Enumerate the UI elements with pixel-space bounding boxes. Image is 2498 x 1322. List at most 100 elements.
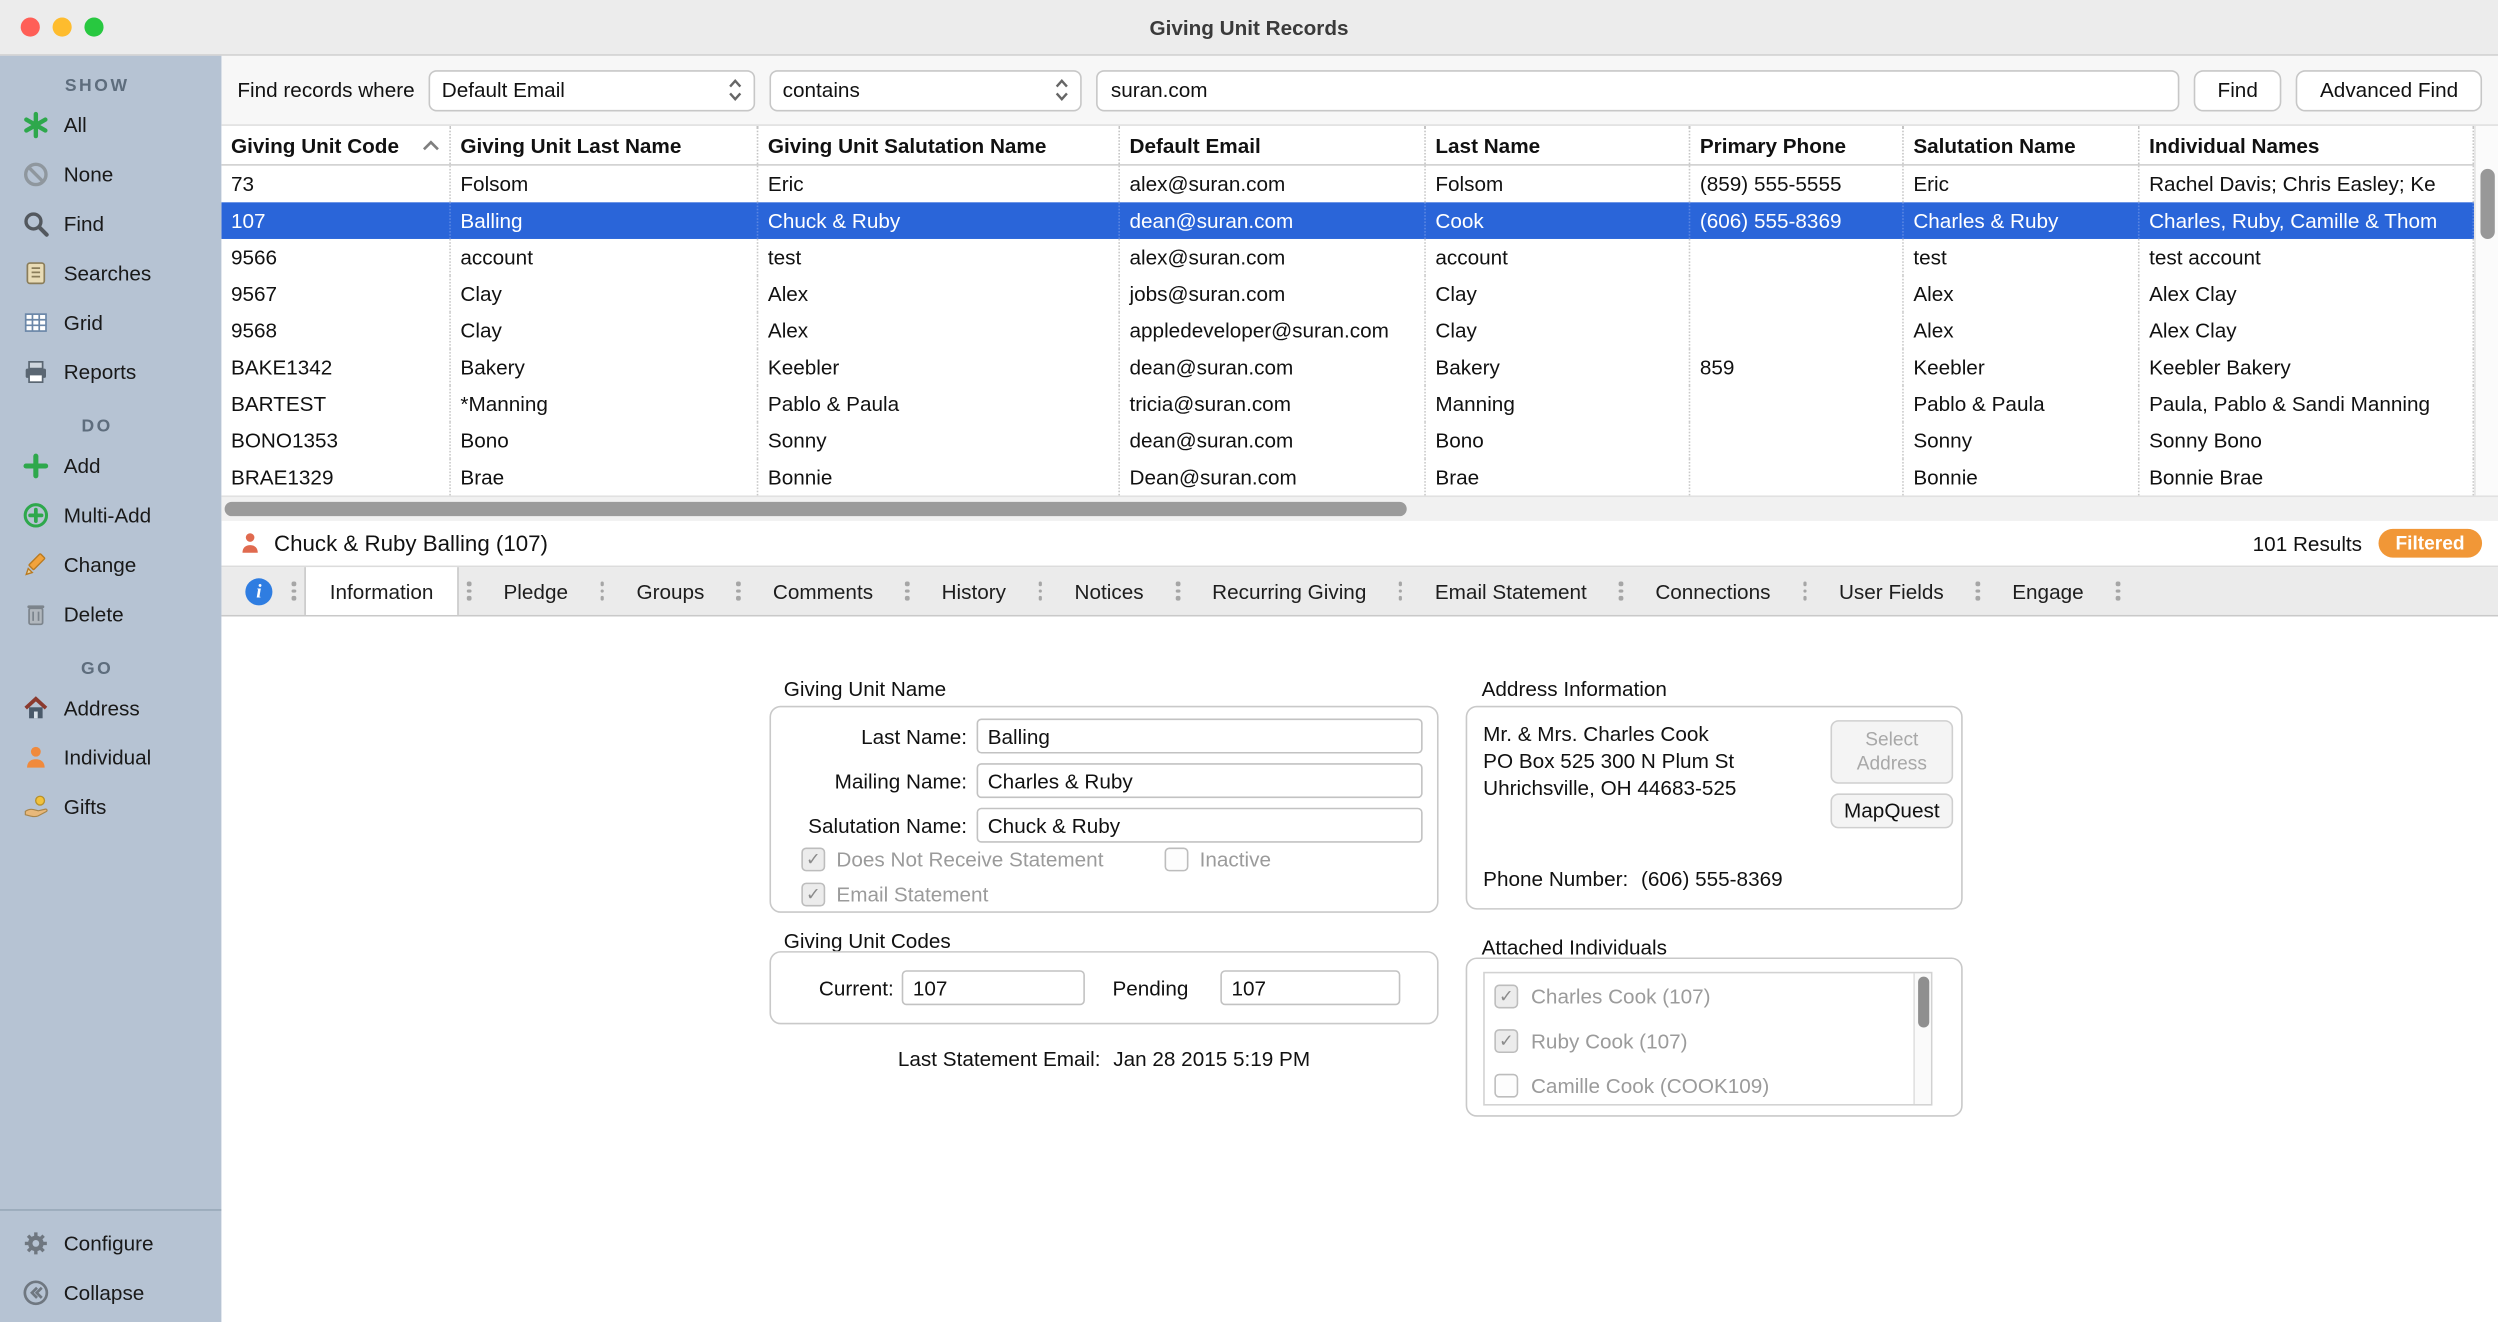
table-cell: Keebler <box>758 349 1120 386</box>
tab-information[interactable]: Information <box>304 567 459 615</box>
sidebar-footer: ConfigureCollapse <box>0 1209 221 1317</box>
titlebar: Giving Unit Records <box>0 0 2498 56</box>
vertical-scrollbar[interactable] <box>2474 126 2498 496</box>
last-name-input[interactable] <box>977 718 1423 753</box>
attached-rows: ✓Charles Cook (107)✓Ruby Cook (107)Camil… <box>1485 973 1931 1105</box>
tab-comments[interactable]: Comments <box>749 567 897 615</box>
vertical-scrollbar-thumb[interactable] <box>2480 169 2494 239</box>
sidebar-item-collapse[interactable]: Collapse <box>0 1268 221 1317</box>
attached-list-scrollbar[interactable] <box>1913 973 1931 1104</box>
circle-plus-icon <box>22 502 49 529</box>
field-select[interactable]: Default Email <box>429 69 756 110</box>
tab-recurring-giving[interactable]: Recurring Giving <box>1188 567 1390 615</box>
information-panel: Giving Unit Name Last Name: Mailing Name… <box>221 617 2498 1322</box>
table-row[interactable]: BONO1353BonoSonnydean@suran.comBonoSonny… <box>221 422 2474 459</box>
table-cell: Bonnie <box>1904 459 2140 496</box>
tab-history[interactable]: History <box>918 567 1030 615</box>
column-header-default-email[interactable]: Default Email <box>1120 126 1426 164</box>
table-row[interactable]: 9567ClayAlexjobs@suran.comClayAlexAlex C… <box>221 276 2474 313</box>
checked-checkbox-icon: ✓ <box>1494 1028 1518 1052</box>
tab-pledge[interactable]: Pledge <box>480 567 592 615</box>
salutation-name-input[interactable] <box>977 808 1423 843</box>
search-input[interactable] <box>1097 69 2180 110</box>
trash-icon <box>22 601 49 628</box>
address-line: Mr. & Mrs. Charles Cook <box>1483 720 1736 747</box>
tab-grip <box>1794 567 1815 615</box>
attached-individual-label: Charles Cook (107) <box>1531 984 1711 1008</box>
sidebar-item-gifts[interactable]: Gifts <box>0 782 221 831</box>
table-cell: Keebler Bakery <box>2140 349 2475 386</box>
attached-list-scrollbar-thumb[interactable] <box>1917 977 1928 1028</box>
mailing-name-input[interactable] <box>977 763 1423 798</box>
table-row[interactable]: 9566accounttestalex@suran.comaccounttest… <box>221 239 2474 276</box>
zoom-button[interactable] <box>84 18 103 37</box>
tab-engage[interactable]: Engage <box>1988 567 2107 615</box>
sidebar-item-searches[interactable]: Searches <box>0 249 221 298</box>
sidebar-item-all[interactable]: All <box>0 100 221 149</box>
sidebar-item-delete[interactable]: Delete <box>0 589 221 638</box>
find-button[interactable]: Find <box>2194 69 2282 110</box>
column-header-last-name[interactable]: Last Name <box>1426 126 1690 164</box>
table-cell: test <box>758 239 1120 276</box>
tab-groups[interactable]: Groups <box>613 567 729 615</box>
sidebar-item-multi-add[interactable]: Multi-Add <box>0 491 221 540</box>
sidebar-item-address[interactable]: Address <box>0 683 221 732</box>
advanced-find-button[interactable]: Advanced Find <box>2296 69 2482 110</box>
table-row[interactable]: 73FolsomEricalex@suran.comFolsom(859) 55… <box>221 166 2474 203</box>
attached-individual-row: Camille Cook (COOK109) <box>1485 1063 1931 1106</box>
horizontal-scrollbar-thumb[interactable] <box>225 502 1407 516</box>
column-header-primary-phone[interactable]: Primary Phone <box>1690 126 1903 164</box>
table-cell: (859) 555-5555 <box>1690 166 1903 203</box>
minimize-button[interactable] <box>53 18 72 37</box>
table-row[interactable]: 9568ClayAlexappledeveloper@suran.comClay… <box>221 312 2474 349</box>
sidebar-item-label: Grid <box>64 311 103 335</box>
app-window: Giving Unit Records SHOWAllNoneFindSearc… <box>0 0 2498 1322</box>
table-row[interactable]: BAKE1342BakeryKeeblerdean@suran.comBaker… <box>221 349 2474 386</box>
column-header-giving-unit-last-name[interactable]: Giving Unit Last Name <box>451 126 758 164</box>
column-header-label: Salutation Name <box>1913 133 2075 157</box>
phone-line: Phone Number: (606) 555-8369 <box>1483 867 1782 891</box>
window-controls <box>21 0 104 54</box>
sidebar-item-configure[interactable]: Configure <box>0 1219 221 1268</box>
tab-user-fields[interactable]: User Fields <box>1815 567 1968 615</box>
info-button[interactable] <box>234 567 283 615</box>
sidebar-item-add[interactable]: Add <box>0 441 221 490</box>
sidebar-item-label: Delete <box>64 602 124 626</box>
table-body: 73FolsomEricalex@suran.comFolsom(859) 55… <box>221 166 2474 496</box>
column-header-label: Individual Names <box>2149 133 2319 157</box>
table-row[interactable]: BRAE1329BraeBonnieDean@suran.comBraeBonn… <box>221 459 2474 496</box>
sidebar-item-find[interactable]: Find <box>0 199 221 248</box>
table-cell: Alex Clay <box>2140 312 2475 349</box>
mailing-name-label: Mailing Name: <box>771 769 967 793</box>
sidebar-sections: SHOWAllNoneFindSearchesGridReportsDOAddM… <box>0 76 221 831</box>
close-button[interactable] <box>21 18 40 37</box>
column-header-salutation-name[interactable]: Salutation Name <box>1904 126 2140 164</box>
horizontal-scrollbar[interactable] <box>221 495 2498 520</box>
mapquest-button[interactable]: MapQuest <box>1830 793 1953 828</box>
pending-code-input[interactable] <box>1220 970 1400 1005</box>
column-header-label: Giving Unit Code <box>231 133 399 157</box>
filtered-badge[interactable]: Filtered <box>2378 529 2482 558</box>
table-cell: 73 <box>221 166 450 203</box>
sidebar-item-individual[interactable]: Individual <box>0 733 221 782</box>
column-header-giving-unit-code[interactable]: Giving Unit Code <box>221 126 450 164</box>
sidebar-item-change[interactable]: Change <box>0 540 221 589</box>
table-row[interactable]: BARTEST*ManningPablo & Paulatricia@suran… <box>221 386 2474 423</box>
tab-notices[interactable]: Notices <box>1051 567 1168 615</box>
table-cell: Bakery <box>1426 349 1690 386</box>
table-cell: Chuck & Ruby <box>758 202 1120 239</box>
table-row[interactable]: 107BallingChuck & Rubydean@suran.comCook… <box>221 202 2474 239</box>
current-code-input[interactable] <box>902 970 1085 1005</box>
column-header-giving-unit-salutation-name[interactable]: Giving Unit Salutation Name <box>758 126 1120 164</box>
content-area: Find records where Default Email contain… <box>221 56 2498 1322</box>
sidebar-item-reports[interactable]: Reports <box>0 347 221 396</box>
table-cell: Sonny <box>1904 422 2140 459</box>
operator-select[interactable]: contains <box>770 69 1082 110</box>
column-header-individual-names[interactable]: Individual Names <box>2140 126 2475 164</box>
tab-connections[interactable]: Connections <box>1631 567 1794 615</box>
sidebar-item-none[interactable]: None <box>0 150 221 199</box>
table-cell: Balling <box>451 202 758 239</box>
sidebar-item-grid[interactable]: Grid <box>0 298 221 347</box>
tab-email-statement[interactable]: Email Statement <box>1411 567 1611 615</box>
tab-grip <box>897 567 918 615</box>
